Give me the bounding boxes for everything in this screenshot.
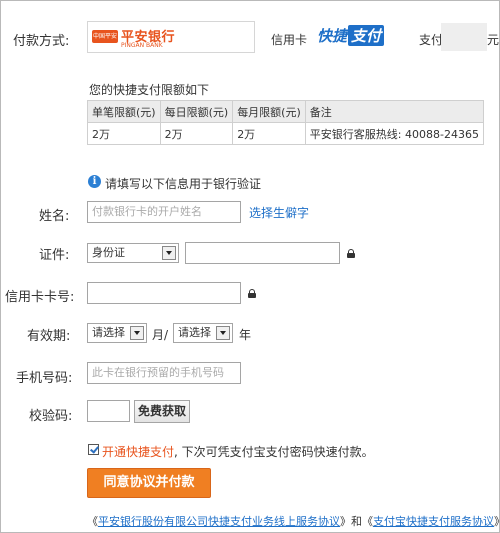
limits-header-cell: 备注 — [304, 100, 484, 123]
bank-card-selector[interactable]: 中国平安 平安银行 PINGAN BANK — [87, 21, 255, 53]
limits-header-row: 单笔限额(元) 每日限额(元) 每月限额(元) 备注 — [87, 100, 484, 123]
rare-char-link[interactable]: 选择生僻字 — [249, 204, 309, 221]
lock-icon — [248, 289, 256, 298]
payment-form-frame: 付款方式: 中国平安 平安银行 PINGAN BANK 信用卡 快捷 支付 支付 … — [0, 0, 500, 533]
limits-cell: 平安银行客服热线: 40088-24365 — [304, 122, 484, 145]
code-input[interactable] — [87, 400, 130, 422]
payment-method-label: 付款方式: — [13, 34, 70, 49]
phone-label: 手机号码: — [16, 371, 73, 386]
month-unit: 月/ — [152, 328, 169, 342]
bank-logo-icon: 中国平安 — [92, 30, 118, 43]
pay-amount-redacted — [441, 23, 487, 51]
kuaijie-logo-part2: 支付 — [348, 25, 385, 46]
enable-quickpay-checkbox[interactable] — [88, 444, 99, 455]
chevron-down-icon — [216, 326, 230, 340]
limits-row: 2万 2万 2万 平安银行客服热线: 40088-24365 — [87, 122, 484, 145]
agreement-joiner: 》和《 — [340, 515, 373, 528]
expiry-year-select[interactable]: 请选择 — [173, 323, 233, 343]
id-number-input[interactable] — [185, 242, 340, 264]
limits-header-cell: 单笔限额(元) — [87, 100, 161, 123]
agreement-bracket-close: 》 — [494, 515, 500, 528]
year-unit: 年 — [239, 328, 252, 342]
card-number-label: 信用卡卡号: — [5, 290, 75, 305]
info-text: 请填写以下信息用于银行验证 — [105, 177, 262, 191]
enable-quickpay-highlight[interactable]: 开通快捷支付 — [102, 445, 174, 459]
card-type: 信用卡 — [271, 33, 308, 47]
enable-quickpay-text: 开通快捷支付, 下次可凭支付宝支付密码快速付款。 — [102, 443, 374, 460]
phone-input[interactable]: 此卡在银行预留的手机号码 — [87, 362, 241, 384]
chevron-down-icon — [130, 326, 144, 340]
agreement-bracket-open: 《 — [87, 515, 98, 528]
kuaijie-logo-part1: 快捷 — [317, 27, 348, 45]
alipay-agreement-link[interactable]: 支付宝快捷支付服务协议 — [373, 515, 494, 528]
card-number-input[interactable] — [87, 282, 241, 304]
enable-quickpay-rest: , 下次可凭支付宝支付密码快速付款。 — [174, 445, 374, 459]
chevron-down-icon — [162, 246, 176, 260]
info-icon: i — [88, 175, 101, 188]
limits-header-cell: 每月限额(元) — [232, 100, 306, 123]
limits-table: 单笔限额(元) 每日限额(元) 每月限额(元) 备注 2万 2万 2万 平安银行… — [87, 100, 484, 145]
code-label: 校验码: — [29, 409, 73, 424]
name-label: 姓名: — [39, 209, 70, 224]
bank-agreement-link[interactable]: 平安银行股份有限公司快捷支付业务线上服务协议 — [98, 515, 340, 528]
lock-icon — [347, 249, 355, 258]
pay-amount-unit: 元 — [487, 33, 500, 47]
agreements-line: 《平安银行股份有限公司快捷支付业务线上服务协议》和《支付宝快捷支付服务协议》 — [87, 513, 500, 529]
id-type-value: 身份证 — [92, 246, 125, 259]
expiry-label: 有效期: — [27, 329, 71, 344]
limits-cell: 2万 — [159, 122, 234, 145]
expiry-month-select[interactable]: 请选择 — [87, 323, 147, 343]
limits-cell: 2万 — [87, 122, 161, 145]
id-label: 证件: — [39, 248, 70, 263]
pay-amount-label: 支付 — [419, 33, 444, 47]
limits-title: 您的快捷支付限额如下 — [89, 83, 210, 97]
bank-name-en: PINGAN BANK — [121, 42, 163, 49]
kuaijie-logo: 快捷 支付 — [317, 25, 385, 46]
expiry-year-value: 请选择 — [178, 326, 211, 339]
expiry-month-value: 请选择 — [92, 326, 125, 339]
limits-cell: 2万 — [232, 122, 306, 145]
agree-and-pay-button[interactable]: 同意协议并付款 — [87, 468, 211, 498]
limits-header-cell: 每日限额(元) — [159, 100, 234, 123]
name-input[interactable]: 付款银行卡的开户姓名 — [87, 201, 241, 223]
id-type-select[interactable]: 身份证 — [87, 243, 179, 263]
get-code-button[interactable]: 免费获取 — [134, 400, 190, 423]
